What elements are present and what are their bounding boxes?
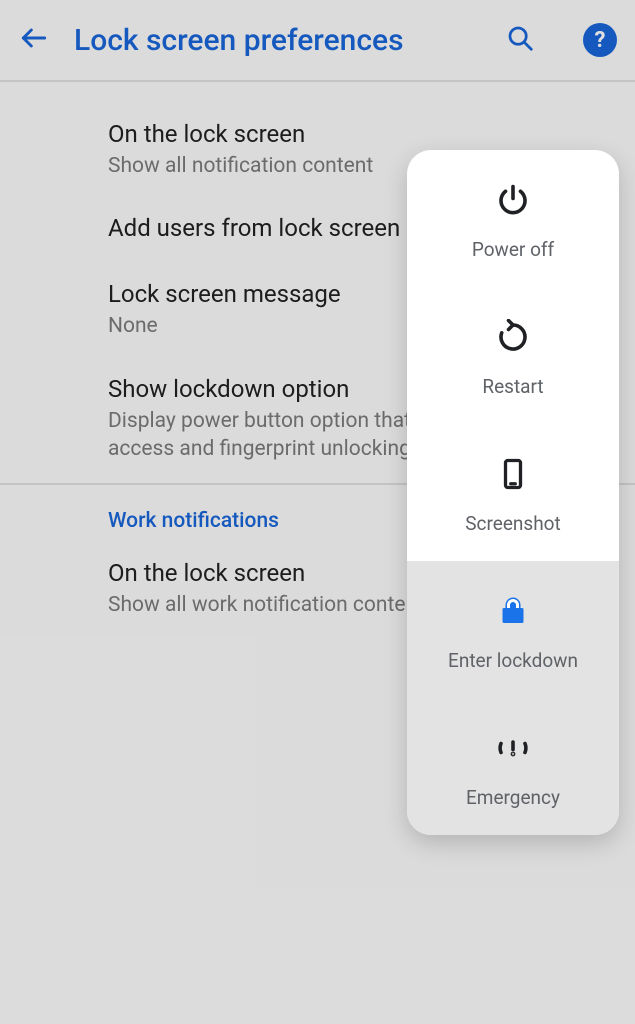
power-menu-label: Screenshot bbox=[465, 512, 560, 535]
power-off-item[interactable]: Power off bbox=[407, 150, 619, 287]
emergency-icon bbox=[493, 728, 533, 768]
restart-icon bbox=[493, 317, 533, 357]
lock-icon bbox=[493, 591, 533, 631]
power-menu-label: Restart bbox=[482, 375, 543, 398]
power-menu: Power off Restart Screenshot Enter lockd… bbox=[407, 150, 619, 835]
power-menu-label: Power off bbox=[472, 238, 554, 261]
restart-item[interactable]: Restart bbox=[407, 287, 619, 424]
emergency-item[interactable]: Emergency bbox=[407, 698, 619, 835]
power-icon bbox=[493, 180, 533, 220]
enter-lockdown-item[interactable]: Enter lockdown bbox=[407, 561, 619, 698]
screenshot-item[interactable]: Screenshot bbox=[407, 424, 619, 561]
screenshot-icon bbox=[493, 454, 533, 494]
power-menu-label: Enter lockdown bbox=[448, 649, 578, 672]
power-menu-label: Emergency bbox=[466, 786, 560, 809]
